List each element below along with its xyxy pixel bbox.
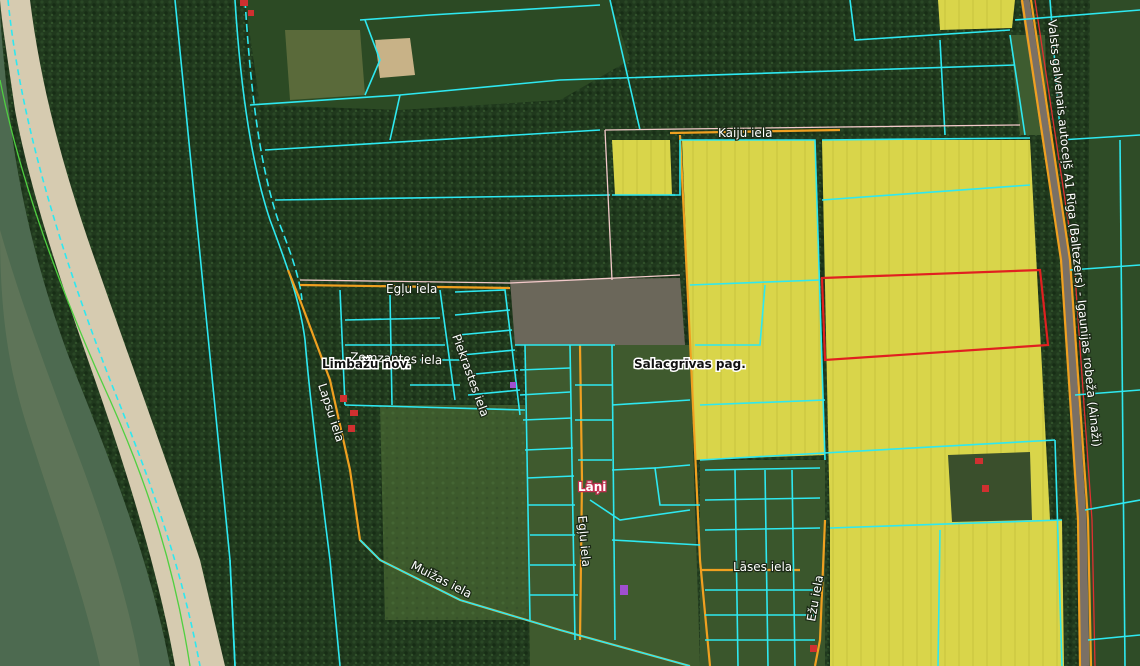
place-label-lani: Lāņi	[578, 480, 606, 494]
cadastral-map[interactable]: Kaiju iela Egļu iela Zemzantes iela Piek…	[0, 0, 1140, 666]
street-label-lases: Lāses iela	[733, 560, 792, 574]
clearing-north	[285, 30, 365, 100]
parish-label: Salacgrīvas pag.	[634, 357, 746, 371]
map-canvas[interactable]: Kaiju iela Egļu iela Zemzantes iela Piek…	[0, 0, 1140, 666]
rapeseed-field-5	[938, 0, 1015, 30]
rapeseed-field-2	[682, 140, 825, 460]
homestead-patch	[948, 452, 1032, 522]
sand-patch	[375, 38, 415, 78]
street-label-eglu-north: Egļu iela	[386, 282, 437, 296]
field-bare	[510, 278, 685, 345]
rapeseed-field-4	[830, 520, 1064, 666]
street-label-kaiju: Kaiju iela	[718, 126, 773, 140]
rapeseed-field-1	[612, 140, 672, 195]
municipality-label: Limbažu nov.	[322, 357, 411, 371]
